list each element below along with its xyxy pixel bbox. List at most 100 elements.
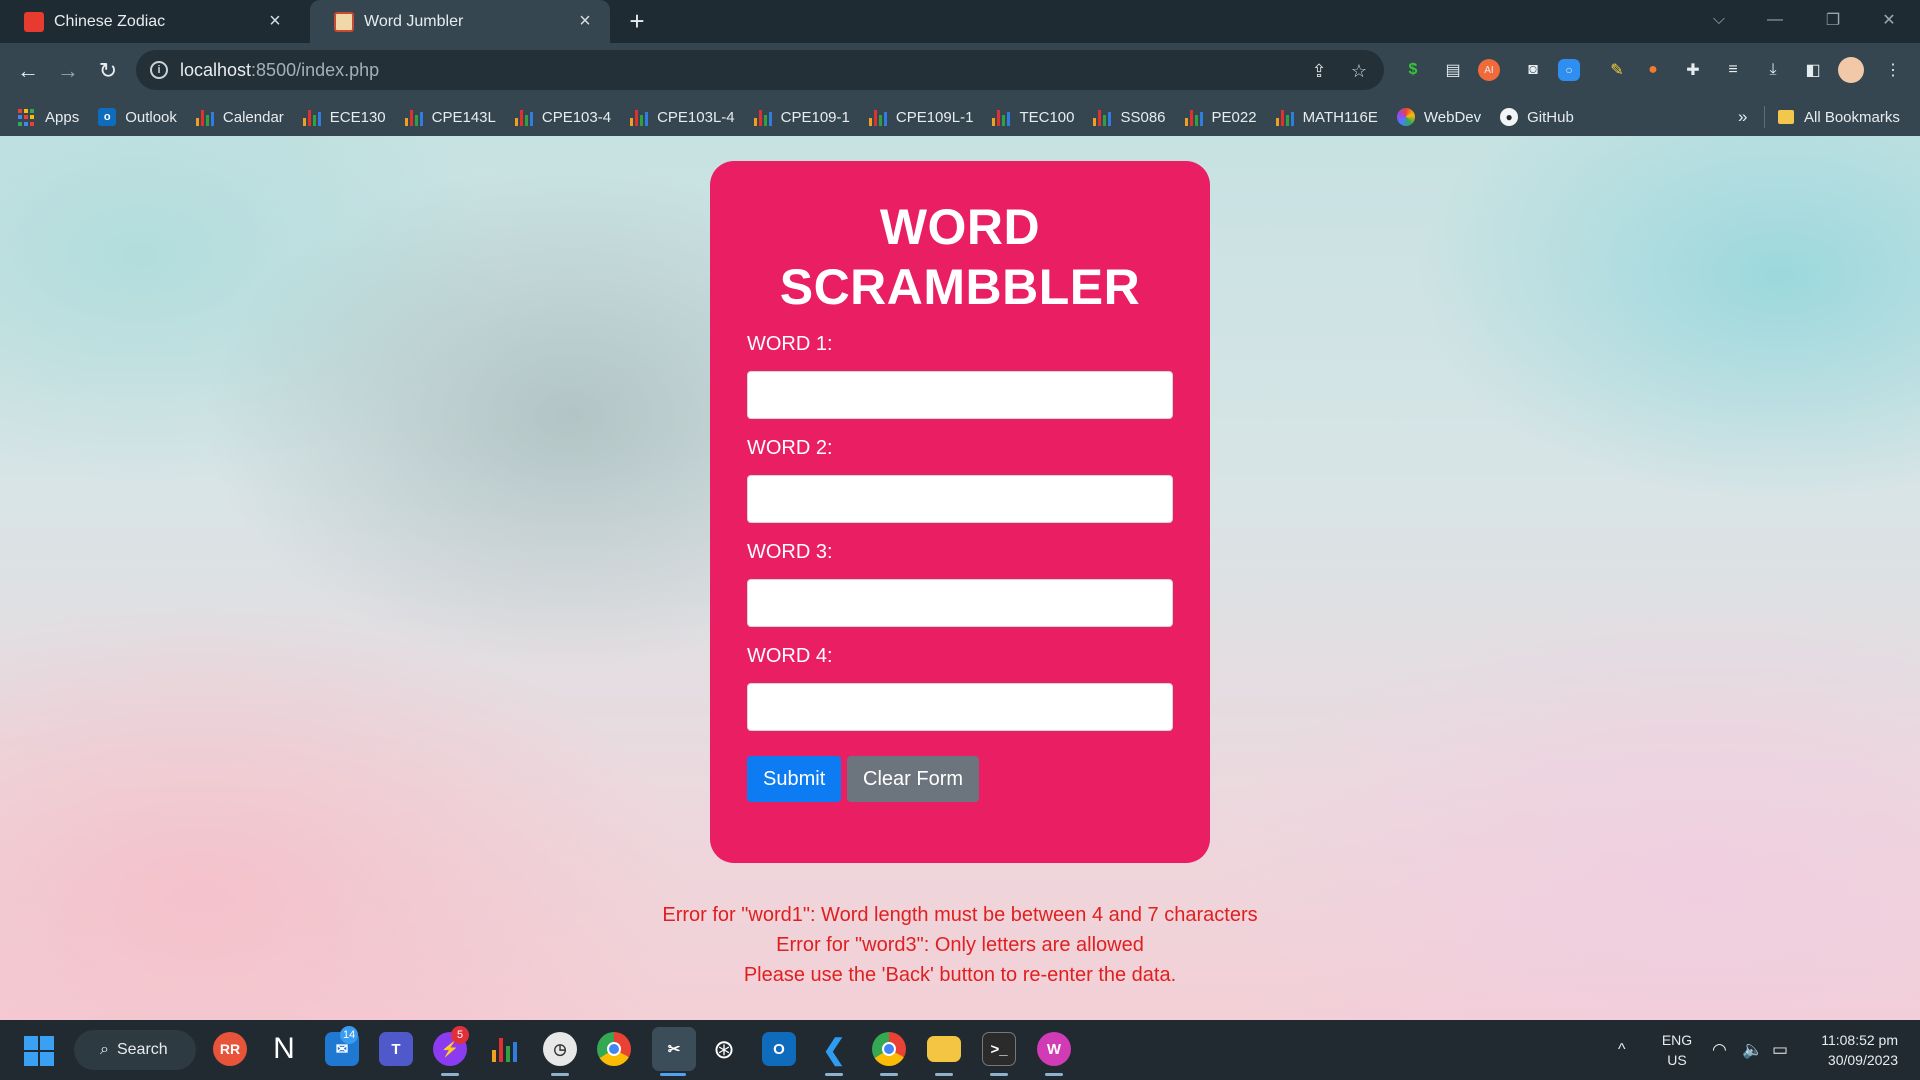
bookmark-ece130[interactable]: ECE130 xyxy=(302,108,386,126)
chrome-profile-icon[interactable] xyxy=(872,1032,906,1066)
bookmarks-divider xyxy=(1764,106,1765,128)
bookmark-calendar[interactable]: Calendar xyxy=(195,108,284,126)
battery-icon[interactable]: ▭ xyxy=(1772,1020,1788,1080)
bookmarks-overflow-icon[interactable]: » xyxy=(1738,98,1747,136)
bookmark-cpe109l-1[interactable]: CPE109L-1 xyxy=(868,108,974,126)
search-label: Search xyxy=(116,1041,168,1058)
wps-office-icon[interactable]: W xyxy=(1037,1032,1071,1066)
minimize-icon[interactable]: — xyxy=(1752,0,1798,40)
notion-icon[interactable]: N xyxy=(267,1032,301,1066)
address-bar[interactable]: i localhost:8500/index.php ⇪ ☆ xyxy=(136,50,1384,90)
bookmark-tec100[interactable]: TEC100 xyxy=(992,108,1074,126)
bookmark-star-icon[interactable]: ☆ xyxy=(1348,60,1370,82)
tab-word-jumbler[interactable]: Word Jumbler × xyxy=(310,0,610,43)
bookmark-pe022[interactable]: PE022 xyxy=(1184,108,1257,126)
reading-list-icon[interactable]: ≡ xyxy=(1718,55,1748,85)
extension-card-icon[interactable]: ▤ xyxy=(1438,55,1468,85)
word2-input[interactable] xyxy=(747,475,1173,523)
extension-dollar-icon[interactable]: $ xyxy=(1398,55,1428,85)
extension-camera-icon[interactable]: ◙ xyxy=(1518,55,1548,85)
forward-arrow-icon[interactable]: → xyxy=(52,55,84,87)
restore-icon[interactable]: ❐ xyxy=(1810,0,1856,40)
wifi-icon[interactable]: ◠ xyxy=(1712,1020,1727,1080)
share-icon[interactable]: ⇪ xyxy=(1308,60,1330,82)
bar-chart-icon xyxy=(302,108,321,126)
bookmark-label: Apps xyxy=(45,108,80,126)
language-indicator[interactable]: ENG US xyxy=(1660,1030,1694,1070)
bookmark-label: Outlook xyxy=(125,108,177,126)
submit-button[interactable]: Submit xyxy=(747,756,841,802)
navigation-bar: ← → ↻ i localhost:8500/index.php ⇪ ☆ $ ▤… xyxy=(0,43,1920,98)
extension-magnifier-icon[interactable]: ○ xyxy=(1558,59,1580,81)
bookmark-math116e[interactable]: MATH116E xyxy=(1275,108,1378,126)
openai-icon[interactable]: ⊛ xyxy=(707,1032,741,1066)
bar-chart-icon xyxy=(1093,108,1112,126)
taskbar-search[interactable]: ⌕ Search xyxy=(74,1030,196,1070)
bar-chart-icon xyxy=(630,108,649,126)
bar-chart-app-icon[interactable] xyxy=(487,1032,521,1066)
back-instruction: Please use the 'Back' button to re-enter… xyxy=(743,964,1177,986)
tab-search-chevron-icon[interactable]: ⌵ xyxy=(1696,0,1742,40)
search-icon: ⌕ xyxy=(100,1041,109,1058)
bookmark-cpe143l[interactable]: CPE143L xyxy=(404,108,496,126)
show-hidden-icons-chevron-icon[interactable]: ^ xyxy=(1618,1020,1626,1080)
bookmark-ss086[interactable]: SS086 xyxy=(1093,108,1166,126)
new-tab-button[interactable]: + xyxy=(622,6,652,36)
reload-icon[interactable]: ↻ xyxy=(92,55,124,87)
bookmark-cpe103l-4[interactable]: CPE103L-4 xyxy=(630,108,735,126)
user-avatar-app[interactable]: RR xyxy=(213,1032,247,1066)
extension-orange-icon[interactable]: ● xyxy=(1638,55,1668,85)
extensions-puzzle-icon[interactable]: ✚ xyxy=(1678,55,1708,85)
chrome-icon[interactable] xyxy=(597,1032,631,1066)
tab-title: Word Jumbler xyxy=(364,12,464,30)
all-bookmarks-button[interactable]: All Bookmarks xyxy=(1778,98,1900,136)
clock-app-icon[interactable]: ◷ xyxy=(543,1032,577,1066)
snipping-tool-icon[interactable]: ✂ xyxy=(652,1027,696,1071)
bookmark-apps[interactable]: Apps xyxy=(18,108,79,126)
bookmark-webdev[interactable]: WebDev xyxy=(1396,108,1482,126)
back-arrow-icon[interactable]: ← xyxy=(12,55,44,87)
clear-form-button[interactable]: Clear Form xyxy=(847,756,979,802)
swirl-icon xyxy=(1396,108,1415,126)
extension-pen-icon[interactable]: ✎ xyxy=(1602,55,1632,85)
bookmark-cpe109-1[interactable]: CPE109-1 xyxy=(753,108,850,126)
error-word3: Error for "word3": Only letters are allo… xyxy=(776,934,1144,956)
side-panel-icon[interactable]: ◧ xyxy=(1798,55,1828,85)
outlook-app-icon[interactable]: O xyxy=(762,1032,796,1066)
bookmark-label: CPE109L-1 xyxy=(895,108,974,126)
messenger-badge: 5 xyxy=(451,1026,469,1044)
tab-chinese-zodiac[interactable]: Chinese Zodiac × xyxy=(0,0,300,43)
more-menu-icon[interactable]: ⋮ xyxy=(1878,55,1908,85)
close-icon[interactable]: × xyxy=(264,10,286,33)
all-bookmarks-label: All Bookmarks xyxy=(1804,108,1900,126)
vscode-icon[interactable]: ❮ xyxy=(817,1032,851,1066)
volume-icon[interactable]: 🔈 xyxy=(1742,1020,1763,1080)
site-info-icon[interactable]: i xyxy=(150,61,168,79)
teams-icon[interactable]: T xyxy=(379,1032,413,1066)
running-indicator xyxy=(880,1073,898,1076)
word1-input[interactable] xyxy=(747,371,1173,419)
windows-start-icon[interactable] xyxy=(24,1036,54,1066)
download-icon[interactable]: ⤓ xyxy=(1758,55,1788,85)
title-line-2: SCRAMBBLER xyxy=(779,259,1141,315)
profile-avatar[interactable] xyxy=(1838,57,1864,83)
bookmark-label: PE022 xyxy=(1211,108,1257,126)
terminal-icon[interactable]: >_ xyxy=(982,1032,1016,1066)
bookmark-cpe103-4[interactable]: CPE103-4 xyxy=(514,108,611,126)
word3-input[interactable] xyxy=(747,579,1173,627)
bookmark-label: Calendar xyxy=(222,108,284,126)
region-code: US xyxy=(1667,1052,1687,1068)
bookmark-label: WebDev xyxy=(1423,108,1482,126)
bookmark-github[interactable]: ● GitHub xyxy=(1500,108,1574,126)
word4-input[interactable] xyxy=(747,683,1173,731)
word-form-card: WORD SCRAMBBLER WORD 1: WORD 2: WORD 3: … xyxy=(710,161,1210,863)
window-close-icon[interactable]: ✕ xyxy=(1866,0,1912,40)
bookmark-outlook[interactable]: o Outlook xyxy=(98,108,177,126)
file-explorer-icon[interactable] xyxy=(927,1036,961,1062)
url-path: :8500/index.php xyxy=(251,59,380,80)
outlook-icon: o xyxy=(98,108,117,126)
close-icon[interactable]: × xyxy=(574,10,596,33)
system-clock[interactable]: 11:08:52 pm 30/09/2023 xyxy=(1800,1030,1898,1070)
bookmark-label: GitHub xyxy=(1527,108,1574,126)
extension-ai-icon[interactable]: AI xyxy=(1478,59,1500,81)
